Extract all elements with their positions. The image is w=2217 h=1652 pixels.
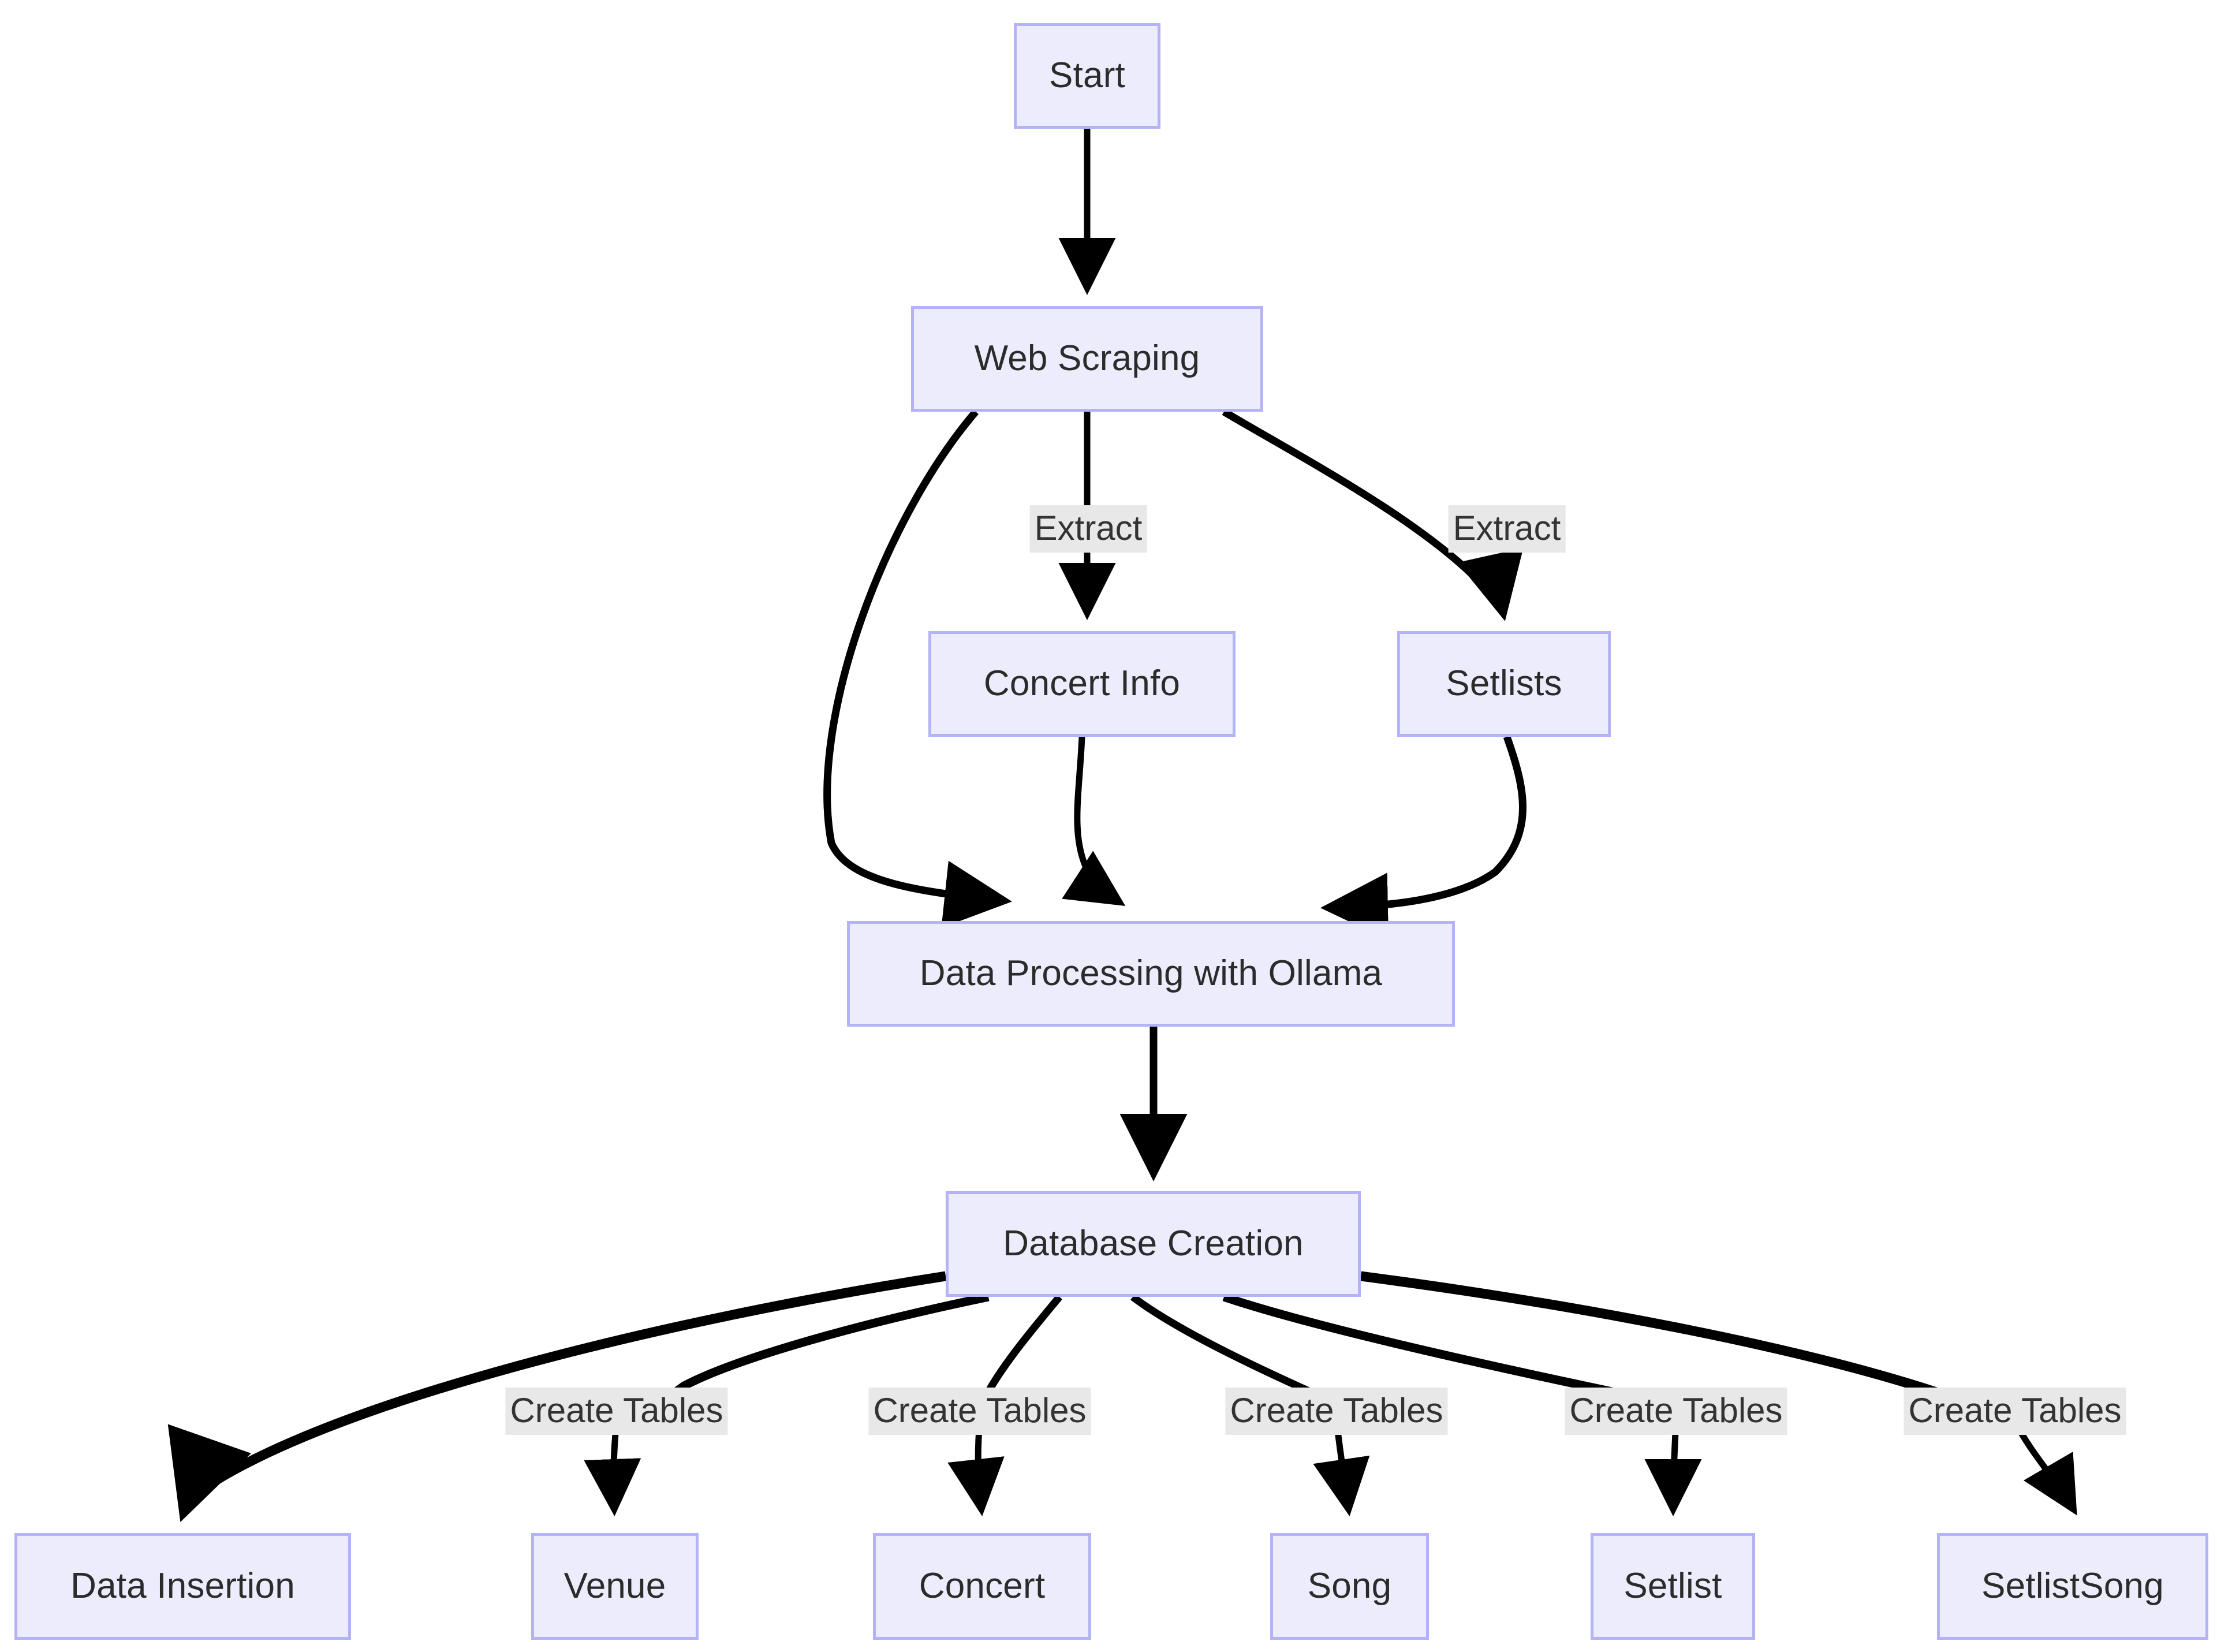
node-setlistsong-label: SetlistSong bbox=[1981, 1566, 2164, 1606]
node-song[interactable]: Song bbox=[1270, 1533, 1429, 1640]
node-song-label: Song bbox=[1307, 1566, 1392, 1606]
edge-layer bbox=[167, 129, 2077, 1523]
node-start[interactable]: Start bbox=[1014, 23, 1160, 129]
node-start-label: Start bbox=[1049, 55, 1125, 96]
edge-database-creation-to-venue bbox=[661, 1292, 990, 1404]
edge-setlists-to-data-processing bbox=[1320, 735, 1526, 941]
node-concert-label: Concert bbox=[919, 1566, 1046, 1606]
node-data-insertion-label: Data Insertion bbox=[70, 1566, 295, 1606]
node-setlist-label: Setlist bbox=[1623, 1566, 1722, 1606]
node-setlists[interactable]: Setlists bbox=[1397, 631, 1611, 737]
edge-label-extract-setlists: Extract bbox=[1448, 505, 1566, 553]
node-database-creation[interactable]: Database Creation bbox=[946, 1191, 1361, 1297]
node-venue-label: Venue bbox=[563, 1566, 666, 1606]
edge-label-create-tables-setlistsong: Create Tables bbox=[1904, 1388, 2126, 1435]
edge-label-create-tables-setlist: Create Tables bbox=[1565, 1388, 1787, 1435]
edge-label-create-tables-venue: Create Tables bbox=[505, 1388, 728, 1435]
edge-database-creation-to-setlistsong bbox=[1360, 1271, 1971, 1409]
edge-database-creation-to-setlist bbox=[1222, 1292, 1652, 1405]
node-concert-info[interactable]: Concert Info bbox=[928, 631, 1236, 737]
node-data-insertion[interactable]: Data Insertion bbox=[14, 1533, 351, 1640]
node-concert[interactable]: Concert bbox=[873, 1533, 1091, 1640]
node-web-scraping[interactable]: Web Scraping bbox=[911, 306, 1263, 412]
edge-label-extract-concert-info: Extract bbox=[1029, 505, 1147, 553]
node-venue[interactable]: Venue bbox=[531, 1533, 699, 1640]
node-data-processing[interactable]: Data Processing with Ollama bbox=[847, 921, 1455, 1027]
edge-database-creation-to-song bbox=[1130, 1293, 1330, 1404]
node-setlists-label: Setlists bbox=[1446, 663, 1562, 704]
edge-label-create-tables-song: Create Tables bbox=[1225, 1388, 1448, 1435]
node-concert-info-label: Concert Info bbox=[983, 663, 1181, 704]
edge-concert-info-to-data-processing bbox=[1062, 736, 1126, 906]
node-data-processing-label: Data Processing with Ollama bbox=[919, 953, 1383, 994]
flowchart-canvas: Start Web Scraping Concert Info Setlists… bbox=[0, 0, 2217, 1652]
edge-database-creation-to-concert bbox=[978, 1294, 1062, 1403]
edge-label-create-tables-concert: Create Tables bbox=[868, 1388, 1091, 1435]
node-web-scraping-label: Web Scraping bbox=[974, 338, 1200, 379]
node-setlistsong[interactable]: SetlistSong bbox=[1937, 1533, 2208, 1640]
node-setlist[interactable]: Setlist bbox=[1591, 1533, 1755, 1640]
node-database-creation-label: Database Creation bbox=[1003, 1224, 1304, 1264]
